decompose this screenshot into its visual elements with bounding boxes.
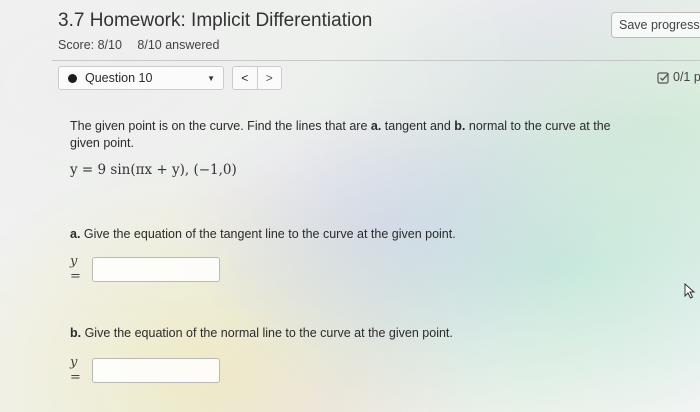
prompt-part-a: a.	[370, 119, 382, 133]
header-divider	[52, 60, 700, 61]
question-nav: < >	[232, 66, 282, 90]
save-progress-button[interactable]: Save progress	[611, 12, 700, 38]
points-text: 0/1 p	[673, 70, 700, 84]
tangent-answer-row: y =	[70, 254, 220, 284]
part-b-letter: b.	[70, 326, 82, 340]
part-a-instruction: a. Give the equation of the tangent line…	[70, 227, 456, 241]
tangent-y-label: y =	[70, 254, 81, 284]
tangent-line-input[interactable]	[92, 256, 220, 282]
page-title: 3.7 Homework: Implicit Differentiation	[58, 10, 373, 31]
answered-text: 8/10 answered	[137, 38, 220, 52]
score-text: Score: 8/10	[58, 38, 122, 52]
normal-answer-row: y =	[70, 355, 220, 385]
prompt-text: The given point is on the curve. Find th…	[70, 119, 371, 133]
mouse-pointer-icon	[684, 283, 696, 299]
part-a-letter: a.	[70, 227, 81, 241]
question-selector[interactable]: Question 10 ▼	[58, 66, 224, 90]
normal-line-input[interactable]	[92, 357, 220, 383]
chevron-down-icon: ▼	[207, 73, 215, 83]
normal-y-label: y =	[70, 355, 81, 385]
part-a-text: Give the equation of the tangent line to…	[80, 227, 456, 241]
score-line: Score: 8/10 8/10 answered	[58, 38, 372, 52]
question-label: Question 10	[85, 71, 153, 85]
points-display: 0/1 p	[657, 70, 700, 84]
page-header: 3.7 Homework: Implicit Differentiation S…	[58, 10, 372, 52]
question-prompt: The given point is on the curve. Find th…	[70, 118, 630, 152]
prompt-part-b: b.	[454, 119, 466, 133]
curve-equation: y = 9 sin(πx + y), (−1,0)	[70, 162, 237, 178]
part-b-instruction: b. Give the equation of the normal line …	[70, 326, 453, 340]
prompt-text: tangent and	[381, 119, 455, 133]
next-question-button[interactable]: >	[258, 67, 282, 89]
status-dot-icon	[68, 73, 77, 83]
previous-question-button[interactable]: <	[233, 67, 258, 89]
part-b-text: Give the equation of the normal line to …	[81, 326, 453, 340]
checkbox-edit-icon	[657, 71, 669, 84]
